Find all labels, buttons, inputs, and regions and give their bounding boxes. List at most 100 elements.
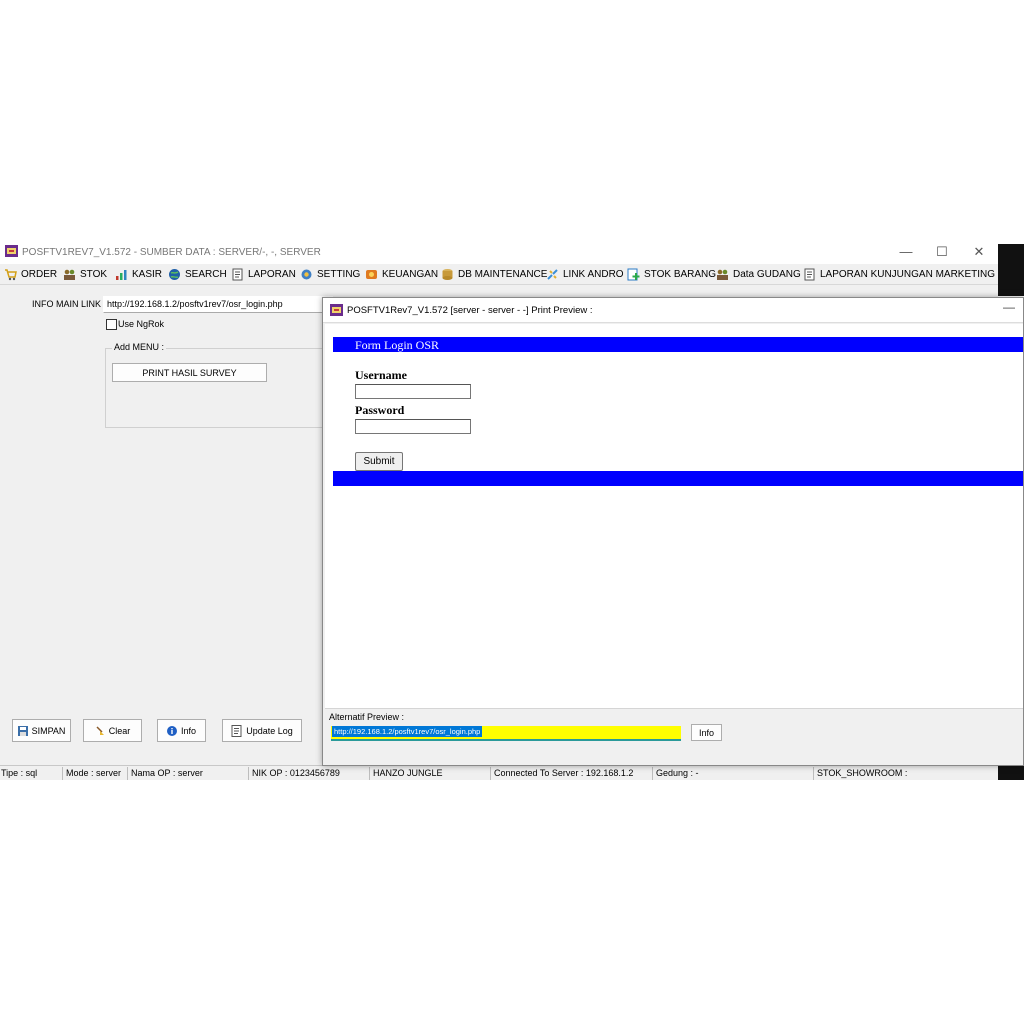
alternative-url-text: http://192.168.1.2/posftv1rev7/osr_login… bbox=[332, 726, 483, 737]
menu-label: ORDER bbox=[21, 268, 58, 280]
use-ngrok-checkbox[interactable] bbox=[106, 319, 117, 330]
menu-item-db-maintenance[interactable]: DB MAINTENANCE bbox=[441, 264, 547, 284]
password-input[interactable] bbox=[355, 419, 471, 434]
title-bar: POSFTV1REV7_V1.572 - SUMBER DATA : SERVE… bbox=[0, 240, 998, 264]
main-link-input[interactable]: http://192.168.1.2/posftv1rev7/osr_login… bbox=[103, 296, 333, 313]
link-icon bbox=[547, 268, 558, 280]
app-icon bbox=[330, 304, 343, 316]
button-label: Clear bbox=[108, 725, 131, 736]
bottom-toolbar: SIMPAN Clear Info Update Log bbox=[0, 710, 330, 762]
status-separator bbox=[813, 767, 814, 780]
cart-icon bbox=[5, 268, 17, 280]
alternative-preview-label: Alternatif Preview : bbox=[329, 712, 405, 722]
simpan-button[interactable]: SIMPAN bbox=[12, 719, 71, 742]
status-connected: Connected To Server : 192.168.1.2 bbox=[494, 768, 634, 778]
people-icon bbox=[64, 269, 75, 280]
status-separator bbox=[62, 767, 63, 780]
status-separator bbox=[490, 767, 491, 780]
status-separator bbox=[127, 767, 128, 780]
preview-title-bar: POSFTV1Rev7_V1.572 [server - server - -]… bbox=[323, 298, 1023, 323]
username-label: Username bbox=[355, 368, 407, 382]
status-nama-op: Nama OP : server bbox=[131, 768, 203, 778]
clear-button[interactable]: Clear bbox=[83, 719, 142, 742]
menu-label: KEUANGAN bbox=[382, 268, 439, 280]
gear-icon bbox=[301, 269, 312, 279]
status-nik-op: NIK OP : 0123456789 bbox=[252, 768, 340, 778]
menu-label: KASIR bbox=[132, 268, 163, 280]
minimize-button[interactable]: — bbox=[889, 242, 923, 262]
window-title: POSFTV1REV7_V1.572 - SUMBER DATA : SERVE… bbox=[22, 247, 321, 258]
menu-label: Data GUDANG bbox=[733, 268, 801, 280]
password-label: Password bbox=[355, 403, 405, 417]
status-separator bbox=[369, 767, 370, 780]
update-log-button[interactable]: Update Log bbox=[222, 719, 302, 742]
menu-item-data-gudang[interactable]: Data GUDANG bbox=[716, 264, 801, 284]
menu-bar: ORDER STOK KASIR SEARCH LAPORAN SETTING … bbox=[0, 264, 998, 285]
menu-label: DB MAINTENANCE bbox=[458, 268, 548, 280]
status-separator bbox=[652, 767, 653, 780]
alternative-preview-section: Alternatif Preview : http://192.168.1.2/… bbox=[325, 708, 1023, 765]
menu-item-keuangan[interactable]: KEUANGAN bbox=[365, 264, 438, 284]
info-button[interactable]: Info bbox=[157, 719, 206, 742]
add-menu-label: Add MENU : bbox=[112, 342, 167, 352]
report-icon bbox=[232, 268, 243, 280]
report-icon bbox=[804, 268, 815, 280]
chart-icon bbox=[116, 269, 127, 280]
menu-item-kasir[interactable]: KASIR bbox=[115, 264, 162, 284]
submit-button[interactable]: Submit bbox=[355, 452, 403, 471]
status-separator bbox=[248, 767, 249, 780]
broom-icon bbox=[96, 725, 104, 735]
button-label: SIMPAN bbox=[31, 725, 66, 736]
add-icon bbox=[627, 268, 640, 280]
menu-label: LAPORAN KUNJUNGAN MARKETING bbox=[820, 268, 996, 280]
menu-item-laporan[interactable]: LAPORAN bbox=[231, 264, 296, 284]
menu-item-search[interactable]: SEARCH bbox=[168, 264, 227, 284]
maximize-button[interactable]: ☐ bbox=[925, 242, 959, 262]
log-icon bbox=[231, 724, 242, 737]
status-mode: Mode : server bbox=[66, 768, 122, 778]
save-icon bbox=[17, 725, 28, 736]
background-window-edge-bottom bbox=[998, 766, 1024, 780]
status-hanzo: HANZO JUNGLE bbox=[373, 768, 443, 778]
print-preview-window: POSFTV1Rev7_V1.572 [server - server - -]… bbox=[322, 297, 1024, 766]
add-menu-groupbox bbox=[105, 348, 332, 428]
database-icon bbox=[442, 268, 453, 280]
link-settings-panel: INFO MAIN LINK http://192.168.1.2/posftv… bbox=[0, 284, 333, 704]
status-bar: Tipe : sql Mode : server Nama OP : serve… bbox=[0, 765, 998, 780]
menu-label: SETTING bbox=[317, 268, 361, 280]
menu-item-laporan-kunjungan-marketing[interactable]: LAPORAN KUNJUNGAN MARKETING bbox=[803, 264, 995, 284]
button-label: Info bbox=[698, 727, 714, 738]
status-gedung: Gedung : - bbox=[656, 768, 699, 778]
info-icon bbox=[166, 725, 177, 736]
menu-item-stok[interactable]: STOK bbox=[63, 264, 107, 284]
username-input[interactable] bbox=[355, 384, 471, 399]
button-label: Update Log bbox=[246, 725, 293, 736]
status-tipe: Tipe : sql bbox=[1, 768, 38, 778]
menu-label: SEARCH bbox=[185, 268, 227, 280]
info-main-link-label: INFO MAIN LINK bbox=[32, 299, 102, 309]
menu-item-order[interactable]: ORDER bbox=[4, 264, 57, 284]
menu-label: STOK BARANG bbox=[644, 268, 717, 280]
background-window-edge bbox=[998, 244, 1024, 296]
menu-item-setting[interactable]: SETTING bbox=[300, 264, 360, 284]
print-hasil-survey-button[interactable]: PRINT HASIL SURVEY bbox=[112, 363, 267, 382]
money-icon bbox=[366, 269, 377, 279]
globe-icon bbox=[169, 268, 180, 280]
alternative-info-button[interactable]: Info bbox=[691, 724, 722, 741]
menu-label: STOK bbox=[80, 268, 108, 280]
form-title: Form Login OSR bbox=[355, 338, 440, 352]
form-footer-banner bbox=[333, 471, 1023, 486]
button-label: Info bbox=[180, 725, 196, 736]
status-stok-showroom: STOK_SHOWROOM : bbox=[817, 768, 908, 778]
menu-item-stok-barang[interactable]: STOK BARANG bbox=[627, 264, 716, 284]
preview-title: POSFTV1Rev7_V1.572 [server - server - -]… bbox=[347, 305, 593, 316]
menu-label: LINK ANDRO bbox=[563, 268, 624, 280]
preview-minimize-button[interactable]: — bbox=[1003, 300, 1015, 314]
app-icon bbox=[5, 245, 18, 257]
menu-item-link-andro[interactable]: LINK ANDRO bbox=[546, 264, 624, 284]
alternative-url-input[interactable]: http://192.168.1.2/posftv1rev7/osr_login… bbox=[331, 726, 681, 741]
preview-web-content: Form Login OSR Username Password Submit bbox=[325, 324, 1023, 709]
people-icon bbox=[717, 269, 728, 280]
close-button[interactable]: ✕ bbox=[962, 242, 996, 262]
button-label: PRINT HASIL SURVEY bbox=[142, 367, 237, 378]
